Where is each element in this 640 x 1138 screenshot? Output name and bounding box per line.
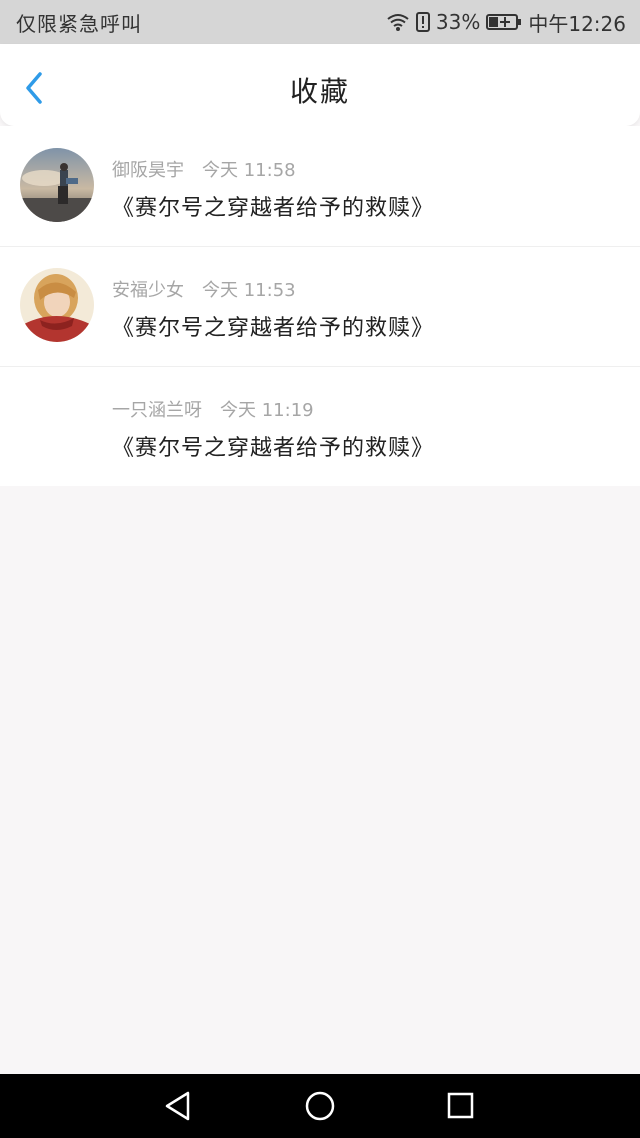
screen: 仅限紧急呼叫 33% 中午12:26 收藏 御阪昊宇 今天 11:58 《赛尔号…	[0, 0, 640, 1138]
favorite-item[interactable]: 安福少女 今天 11:53 《赛尔号之穿越者给予的救赎》	[0, 246, 640, 366]
status-right: 33% 中午12:26	[386, 8, 626, 37]
favorite-item[interactable]: 御阪昊宇 今天 11:58 《赛尔号之穿越者给予的救赎》	[0, 126, 640, 246]
favorite-title[interactable]: 《赛尔号之穿越者给予的救赎》	[112, 190, 434, 222]
status-bar: 仅限紧急呼叫 33% 中午12:26	[0, 0, 640, 44]
favorite-meta: 安福少女 今天 11:53	[112, 276, 296, 302]
avatar[interactable]	[20, 148, 94, 222]
carrier-text: 仅限紧急呼叫	[16, 11, 142, 36]
battery-charging-icon	[486, 13, 522, 31]
favorite-title[interactable]: 《赛尔号之穿越者给予的救赎》	[112, 430, 434, 462]
wifi-icon	[386, 12, 410, 32]
title-bar: 收藏	[0, 44, 640, 126]
timestamp: 今天 11:53	[202, 280, 296, 301]
page-title: 收藏	[289, 75, 350, 108]
nav-recent-button[interactable]	[440, 1088, 480, 1124]
clock-time: 中午12:26	[528, 11, 626, 36]
author-name: 安福少女	[112, 280, 184, 301]
timestamp: 今天 11:58	[202, 160, 296, 181]
favorites-list: 御阪昊宇 今天 11:58 《赛尔号之穿越者给予的救赎》 安福少女 今天 11:53…	[0, 126, 640, 486]
nav-back-button[interactable]	[160, 1088, 200, 1124]
navigation-bar	[0, 1074, 640, 1138]
favorite-meta: 一只涵兰呀 今天 11:19	[112, 396, 314, 422]
avatar[interactable]	[20, 268, 94, 342]
recent-square-icon	[447, 1092, 474, 1119]
author-name: 御阪昊宇	[112, 160, 184, 181]
back-triangle-icon	[165, 1091, 190, 1121]
author-name: 一只涵兰呀	[112, 400, 202, 421]
battery-percent: 33%	[435, 10, 481, 34]
favorite-meta: 御阪昊宇 今天 11:58	[112, 156, 296, 182]
favorite-title[interactable]: 《赛尔号之穿越者给予的救赎》	[112, 310, 434, 342]
timestamp: 今天 11:19	[220, 400, 314, 421]
alert-icon	[415, 12, 430, 32]
nav-home-button[interactable]	[300, 1088, 340, 1124]
home-circle-icon	[305, 1091, 335, 1121]
favorite-item[interactable]: 一只涵兰呀 今天 11:19 《赛尔号之穿越者给予的救赎》	[0, 366, 640, 486]
